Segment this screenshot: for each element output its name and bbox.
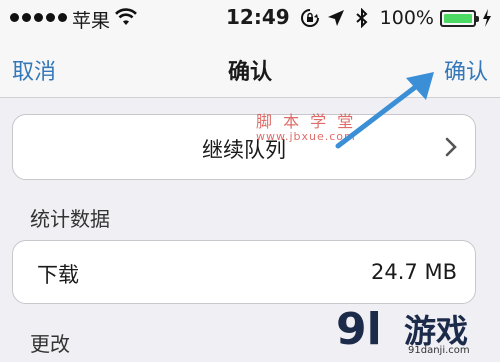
download-label: 下载 xyxy=(37,263,79,287)
site-logo: 9l 游戏 91danji.com xyxy=(320,300,500,362)
logo-mark: 9l xyxy=(336,304,382,355)
battery-fill xyxy=(444,13,472,23)
logo-url: 91danji.com xyxy=(408,345,470,356)
bluetooth-icon xyxy=(356,8,368,28)
rotation-lock-icon xyxy=(300,9,319,27)
status-time: 12:49 xyxy=(226,5,290,29)
stats-section-header: 统计数据 xyxy=(30,207,110,231)
annotation-arrow-icon xyxy=(335,72,434,149)
status-bar: 苹果 12:49 100% xyxy=(0,0,500,38)
charging-bolt-icon xyxy=(483,9,491,27)
carrier-name: 苹果 xyxy=(72,10,111,32)
signal-strength-icon xyxy=(10,13,67,22)
location-arrow-icon xyxy=(327,10,344,26)
confirm-button[interactable]: 确认 xyxy=(444,54,488,86)
download-row: 下载 24.7 MB xyxy=(12,240,476,304)
status-right-group: 100% xyxy=(300,7,492,29)
wifi-icon xyxy=(115,8,137,25)
changes-section-header: 更改 xyxy=(30,332,70,356)
battery-percent: 100% xyxy=(379,7,434,29)
download-value: 24.7 MB xyxy=(371,260,457,284)
chevron-right-icon xyxy=(445,137,457,157)
battery-icon xyxy=(440,9,479,27)
